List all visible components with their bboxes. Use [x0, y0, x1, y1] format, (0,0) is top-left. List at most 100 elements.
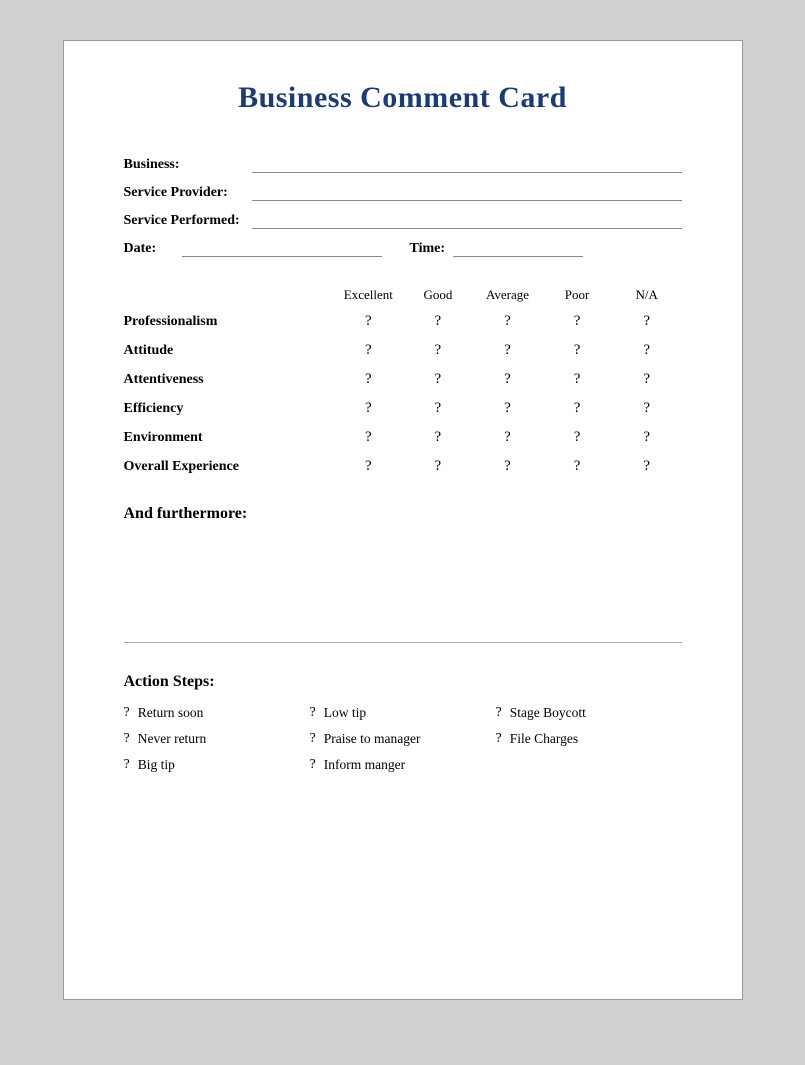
- rating-marks-professionalism: ? ? ? ? ?: [334, 313, 682, 330]
- rating-section: Excellent Good Average Poor N/A Professi…: [124, 287, 682, 475]
- rating-mark[interactable]: ?: [477, 313, 537, 330]
- action-item-stage-boycott[interactable]: ? Stage Boycott: [496, 705, 682, 721]
- rating-mark[interactable]: ?: [617, 458, 677, 475]
- rating-mark[interactable]: ?: [617, 400, 677, 417]
- date-time-field-row: Date: Time:: [124, 239, 682, 257]
- rating-row-environment: Environment ? ? ? ? ?: [124, 429, 682, 446]
- action-label-never-return: Never return: [138, 731, 207, 747]
- rating-mark[interactable]: ?: [617, 313, 677, 330]
- rating-row-professionalism: Professionalism ? ? ? ? ?: [124, 313, 682, 330]
- service-provider-field-row: Service Provider:: [124, 183, 682, 201]
- rating-label-attitude: Attitude: [124, 343, 334, 359]
- fields-section: Business: Service Provider: Service Perf…: [124, 155, 682, 257]
- rating-mark[interactable]: ?: [547, 371, 607, 388]
- rating-mark[interactable]: ?: [547, 342, 607, 359]
- rating-mark[interactable]: ?: [477, 458, 537, 475]
- service-provider-line: [252, 183, 682, 201]
- rating-mark[interactable]: ?: [338, 429, 398, 446]
- rating-mark[interactable]: ?: [408, 429, 468, 446]
- rating-mark[interactable]: ?: [547, 313, 607, 330]
- rating-mark[interactable]: ?: [477, 371, 537, 388]
- business-line: [252, 155, 682, 173]
- action-label-low-tip: Low tip: [324, 705, 366, 721]
- action-checkbox-stage-boycott[interactable]: ?: [496, 705, 502, 721]
- rating-row-efficiency: Efficiency ? ? ? ? ?: [124, 400, 682, 417]
- action-steps-title: Action Steps:: [124, 673, 682, 691]
- rating-mark[interactable]: ?: [408, 313, 468, 330]
- rating-label-environment: Environment: [124, 430, 334, 446]
- action-item-file-charges[interactable]: ? File Charges: [496, 731, 682, 747]
- card-title: Business Comment Card: [124, 81, 682, 115]
- rating-row-attitude: Attitude ? ? ? ? ?: [124, 342, 682, 359]
- rating-mark[interactable]: ?: [408, 371, 468, 388]
- action-item-big-tip[interactable]: ? Big tip: [124, 757, 310, 773]
- rating-mark[interactable]: ?: [338, 342, 398, 359]
- rating-marks-environment: ? ? ? ? ?: [334, 429, 682, 446]
- action-checkbox-inform-manager[interactable]: ?: [310, 757, 316, 773]
- business-label: Business:: [124, 157, 244, 173]
- action-checkbox-never-return[interactable]: ?: [124, 731, 130, 747]
- rating-marks-efficiency: ? ? ? ? ?: [334, 400, 682, 417]
- rating-marks-overall: ? ? ? ? ?: [334, 458, 682, 475]
- action-item-empty: [496, 757, 682, 773]
- action-checkbox-file-charges[interactable]: ?: [496, 731, 502, 747]
- rating-mark[interactable]: ?: [477, 429, 537, 446]
- service-performed-field-row: Service Performed:: [124, 211, 682, 229]
- rating-mark[interactable]: ?: [617, 429, 677, 446]
- date-label: Date:: [124, 241, 174, 257]
- rating-mark[interactable]: ?: [547, 429, 607, 446]
- rating-header-row: Excellent Good Average Poor N/A: [124, 287, 682, 303]
- action-label-file-charges: File Charges: [510, 731, 578, 747]
- action-checkbox-return-soon[interactable]: ?: [124, 705, 130, 721]
- rating-mark[interactable]: ?: [338, 313, 398, 330]
- action-checkbox-praise-manager[interactable]: ?: [310, 731, 316, 747]
- furthermore-text-area[interactable]: [124, 533, 682, 643]
- action-item-praise-manager[interactable]: ? Praise to manager: [310, 731, 496, 747]
- action-section: Action Steps: ? Return soon ? Low tip ? …: [124, 673, 682, 773]
- action-label-stage-boycott: Stage Boycott: [510, 705, 586, 721]
- rating-label-professionalism: Professionalism: [124, 314, 334, 330]
- rating-mark[interactable]: ?: [408, 458, 468, 475]
- rating-header-poor: Poor: [547, 287, 607, 303]
- action-label-praise-manager: Praise to manager: [324, 731, 421, 747]
- action-checkbox-big-tip[interactable]: ?: [124, 757, 130, 773]
- rating-mark[interactable]: ?: [408, 400, 468, 417]
- time-line: [453, 239, 583, 257]
- rating-mark[interactable]: ?: [408, 342, 468, 359]
- action-item-inform-manager[interactable]: ? Inform manger: [310, 757, 496, 773]
- rating-mark[interactable]: ?: [338, 371, 398, 388]
- rating-row-attentiveness: Attentiveness ? ? ? ? ?: [124, 371, 682, 388]
- rating-mark[interactable]: ?: [617, 342, 677, 359]
- action-grid: ? Return soon ? Low tip ? Stage Boycott …: [124, 705, 682, 773]
- action-item-never-return[interactable]: ? Never return: [124, 731, 310, 747]
- furthermore-section: And furthermore:: [124, 505, 682, 643]
- action-label-big-tip: Big tip: [138, 757, 175, 773]
- action-label-inform-manager: Inform manger: [324, 757, 405, 773]
- rating-marks-attentiveness: ? ? ? ? ?: [334, 371, 682, 388]
- rating-label-attentiveness: Attentiveness: [124, 372, 334, 388]
- rating-header-excellent: Excellent: [338, 287, 398, 303]
- comment-card: Business Comment Card Business: Service …: [63, 40, 743, 1000]
- rating-header-cols: Excellent Good Average Poor N/A: [334, 287, 682, 303]
- rating-mark[interactable]: ?: [338, 400, 398, 417]
- rating-header-na: N/A: [617, 287, 677, 303]
- time-label: Time:: [410, 241, 446, 257]
- rating-mark[interactable]: ?: [477, 342, 537, 359]
- rating-mark[interactable]: ?: [547, 400, 607, 417]
- action-checkbox-low-tip[interactable]: ?: [310, 705, 316, 721]
- action-label-return-soon: Return soon: [138, 705, 204, 721]
- rating-mark[interactable]: ?: [547, 458, 607, 475]
- action-item-return-soon[interactable]: ? Return soon: [124, 705, 310, 721]
- rating-mark[interactable]: ?: [617, 371, 677, 388]
- rating-mark[interactable]: ?: [338, 458, 398, 475]
- action-item-low-tip[interactable]: ? Low tip: [310, 705, 496, 721]
- date-line: [182, 239, 382, 257]
- business-field-row: Business:: [124, 155, 682, 173]
- furthermore-title: And furthermore:: [124, 505, 682, 523]
- rating-header-good: Good: [408, 287, 468, 303]
- service-provider-label: Service Provider:: [124, 185, 244, 201]
- rating-row-overall: Overall Experience ? ? ? ? ?: [124, 458, 682, 475]
- rating-mark[interactable]: ?: [477, 400, 537, 417]
- rating-header-average: Average: [477, 287, 537, 303]
- rating-label-efficiency: Efficiency: [124, 401, 334, 417]
